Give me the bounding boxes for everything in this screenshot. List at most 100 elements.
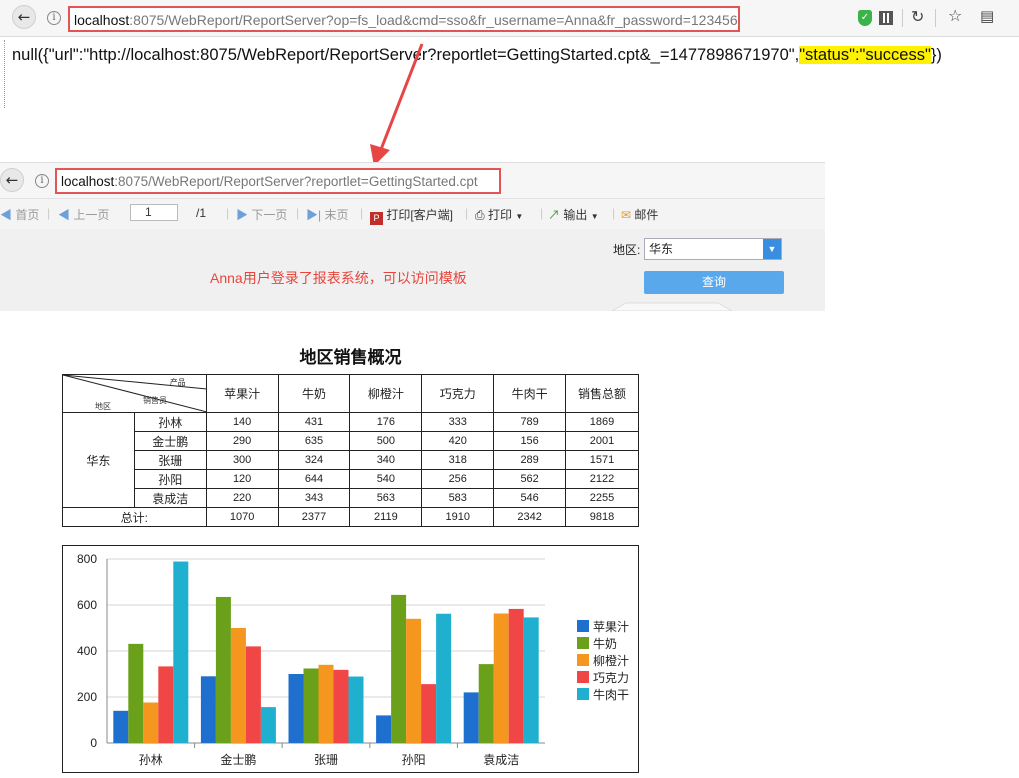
prev-page-button[interactable]: ◀ 上一页 bbox=[58, 206, 109, 223]
total-cell: 2342 bbox=[493, 507, 567, 527]
bar bbox=[303, 668, 319, 743]
bar bbox=[348, 676, 364, 743]
collapse-tab-icon[interactable] bbox=[612, 301, 732, 311]
response-status-highlight: "status":"success" bbox=[799, 46, 931, 64]
total-row: 总计: 1070 2377 2119 1910 2342 9818 bbox=[62, 507, 639, 527]
email-label: 邮件 bbox=[634, 208, 659, 222]
bar bbox=[391, 594, 407, 743]
first-page-button[interactable]: ◀ 首页 bbox=[0, 206, 39, 223]
toolbar-divider bbox=[935, 9, 936, 27]
report-title: 地区销售概况 bbox=[299, 348, 402, 368]
back-arrow-icon: ← bbox=[5, 171, 19, 189]
value-cell: 563 bbox=[349, 488, 423, 508]
table-header-row: 产品 销售员 地区 苹果汁 牛奶 柳橙汁 巧克力 牛肉干 销售总额 bbox=[62, 374, 639, 413]
reload-icon[interactable]: ↻ bbox=[911, 7, 924, 26]
site-info-icon[interactable]: i bbox=[35, 174, 49, 188]
salesperson-cell: 金士鹏 bbox=[133, 431, 207, 451]
x-tick-label: 孙阳 bbox=[402, 753, 426, 767]
legend-label: 牛肉干 bbox=[593, 687, 629, 702]
legend-swatch bbox=[577, 654, 589, 666]
value-cell: 340 bbox=[349, 450, 423, 470]
pdf-print-icon: P bbox=[370, 212, 383, 225]
bar bbox=[508, 608, 524, 743]
salesperson-cell: 孙林 bbox=[133, 412, 207, 432]
legend-swatch bbox=[577, 688, 589, 700]
toolbar-separator: | bbox=[296, 206, 300, 220]
bar bbox=[493, 613, 509, 743]
print-button[interactable]: ⎙ 打印 ▼ bbox=[475, 206, 523, 223]
back-button[interactable]: ← bbox=[12, 5, 36, 29]
back-button-second[interactable]: ← bbox=[0, 168, 24, 192]
x-tick-label: 金士鹏 bbox=[220, 752, 256, 767]
shield-extension-icon[interactable]: ✓ bbox=[858, 10, 872, 26]
bar bbox=[523, 617, 539, 743]
value-cell: 635 bbox=[277, 431, 351, 451]
total-cell: 2377 bbox=[277, 507, 351, 527]
star-bookmark-icon[interactable]: ☆ bbox=[948, 6, 962, 25]
value-cell: 562 bbox=[493, 469, 567, 489]
chevron-down-icon: ▼ bbox=[515, 212, 524, 221]
export-icon: ↗ bbox=[548, 208, 561, 222]
legend-label: 牛奶 bbox=[593, 636, 617, 651]
bar bbox=[406, 618, 422, 743]
y-tick-label: 200 bbox=[77, 690, 97, 704]
salesperson-cell: 张珊 bbox=[133, 450, 207, 470]
toolbar-separator: | bbox=[465, 206, 469, 220]
total-cell: 9818 bbox=[565, 507, 639, 527]
last-page-button[interactable]: ▶| 末页 bbox=[306, 206, 348, 223]
bar bbox=[478, 664, 494, 743]
legend-label: 柳橙汁 bbox=[593, 653, 629, 668]
mail-icon: ✉ bbox=[621, 208, 632, 222]
bar bbox=[230, 628, 246, 743]
value-cell: 2122 bbox=[565, 469, 639, 489]
toolbar-divider bbox=[902, 9, 903, 27]
bar bbox=[333, 669, 349, 743]
prev-page-icon: ◀ bbox=[58, 208, 71, 222]
bar bbox=[421, 684, 437, 743]
bar bbox=[318, 664, 334, 743]
value-cell: 290 bbox=[205, 431, 279, 451]
query-button[interactable]: 查询 bbox=[644, 271, 784, 294]
value-cell: 644 bbox=[277, 469, 351, 489]
address-bar-second[interactable]: localhost:8075/WebReport/ReportServer?re… bbox=[55, 168, 501, 194]
value-cell: 420 bbox=[421, 431, 495, 451]
next-page-button[interactable]: ▶ 下一页 bbox=[236, 206, 287, 223]
sales-bar-chart: 0 200 400 600 800 孙林 金士鹏 张珊 孙阳 袁成洁 苹果汁牛奶柳橙汁巧克力牛肉干 bbox=[77, 552, 629, 767]
chevron-down-icon[interactable]: ▼ bbox=[763, 239, 781, 259]
next-page-label: 下一页 bbox=[251, 208, 288, 222]
print-client-button[interactable]: P 打印[客户端] bbox=[370, 206, 453, 225]
first-page-label: 首页 bbox=[15, 208, 40, 222]
value-cell: 1571 bbox=[565, 450, 639, 470]
x-tick-label: 孙林 bbox=[139, 753, 163, 767]
print-client-label: 打印[客户端] bbox=[386, 208, 454, 222]
bar bbox=[376, 715, 392, 743]
header-cell: 销售总额 bbox=[565, 374, 639, 413]
value-cell: 431 bbox=[277, 412, 351, 432]
export-button[interactable]: ↗ 输出 ▼ bbox=[548, 206, 599, 223]
export-label: 输出 bbox=[563, 208, 588, 222]
header-cell: 苹果汁 bbox=[205, 374, 279, 413]
total-cell: 1070 bbox=[205, 507, 279, 527]
legend-swatch bbox=[577, 671, 589, 683]
region-select[interactable]: 华东 ▼ bbox=[644, 238, 782, 260]
value-cell: 546 bbox=[493, 488, 567, 508]
diagonal-header-cell: 产品 销售员 地区 bbox=[62, 374, 207, 413]
toolbar-separator: | bbox=[47, 206, 51, 220]
page-number-input[interactable]: 1 bbox=[130, 204, 178, 221]
table-row: 金士鹏 290 635 500 420 156 2001 bbox=[63, 431, 639, 451]
table-row: 华东 孙林 140 431 176 333 789 1869 bbox=[62, 412, 639, 508]
table-row: 孙阳 120 644 540 256 562 2122 bbox=[63, 469, 639, 489]
browser-toolbar-top: ← i localhost:8075/WebReport/ReportServe… bbox=[0, 0, 1019, 37]
value-cell: 1869 bbox=[565, 412, 639, 432]
qr-code-icon[interactable] bbox=[879, 11, 893, 25]
email-button[interactable]: ✉ 邮件 bbox=[621, 206, 658, 223]
legend-swatch bbox=[577, 637, 589, 649]
printer-icon: ⎙ bbox=[475, 208, 485, 222]
address-bar-top[interactable]: localhost:8075/WebReport/ReportServer?op… bbox=[68, 6, 740, 32]
reader-list-icon[interactable]: ▤ bbox=[980, 7, 994, 25]
legend-label: 苹果汁 bbox=[593, 620, 629, 634]
value-cell: 2255 bbox=[565, 488, 639, 508]
site-info-icon[interactable]: i bbox=[47, 11, 61, 25]
url-path: :8075/WebReport/ReportServer?op=fs_load&… bbox=[129, 12, 738, 28]
annotation-arrow bbox=[370, 43, 424, 166]
